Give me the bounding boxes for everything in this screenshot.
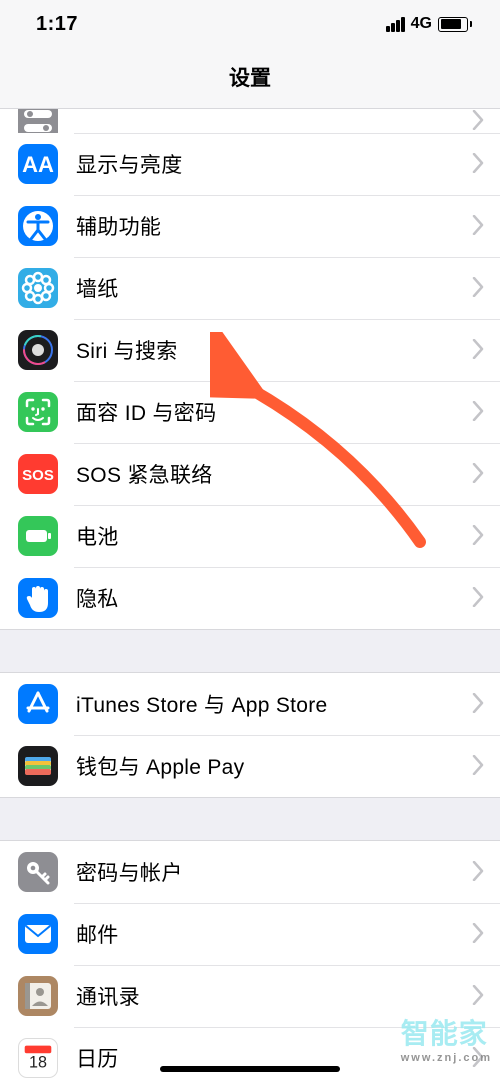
row-label: Siri 与搜索 xyxy=(76,335,472,365)
calendar-icon xyxy=(18,1038,58,1078)
row-label: 电池 xyxy=(76,521,472,551)
contacts-icon xyxy=(18,976,58,1016)
chevron-right-icon xyxy=(472,920,500,948)
settings-row-battery[interactable]: 电池 xyxy=(0,505,500,567)
status-time: 1:17 xyxy=(36,13,78,36)
network-label: 4G xyxy=(411,15,432,33)
row-label: 通讯录 xyxy=(76,981,472,1011)
settings-row-faceid[interactable]: 面容 ID 与密码 xyxy=(0,381,500,443)
chevron-right-icon xyxy=(472,858,500,886)
chevron-right-icon xyxy=(472,982,500,1010)
chevron-right-icon xyxy=(472,109,500,133)
settings-row-mail[interactable]: 邮件 xyxy=(0,903,500,965)
accessibility-icon xyxy=(18,206,58,246)
settings-row-passwords[interactable]: 密码与帐户 xyxy=(0,841,500,903)
chevron-right-icon xyxy=(472,150,500,178)
watermark: 智能家 www.znj.com xyxy=(401,1012,492,1064)
row-label: SOS 紧急联络 xyxy=(76,459,472,489)
row-label: 墙纸 xyxy=(76,273,472,303)
appstore-icon xyxy=(18,684,58,724)
sos-icon xyxy=(18,454,58,494)
row-label: 密码与帐户 xyxy=(76,857,472,887)
wallet-icon xyxy=(18,746,58,786)
key-icon xyxy=(18,852,58,892)
flower-icon xyxy=(18,268,58,308)
chevron-right-icon xyxy=(472,690,500,718)
group-separator xyxy=(0,797,500,841)
text-size-icon xyxy=(18,144,58,184)
settings-row-sos[interactable]: SOS 紧急联络 xyxy=(0,443,500,505)
status-bar: 1:17 4G xyxy=(0,0,500,48)
row-label: 辅助功能 xyxy=(76,211,472,241)
row-label: 邮件 xyxy=(76,919,472,949)
settings-row-wallpaper[interactable]: 墙纸 xyxy=(0,257,500,319)
row-label: 隐私 xyxy=(76,583,472,613)
battery-icon xyxy=(18,516,58,556)
home-indicator xyxy=(160,1066,340,1072)
row-label: iTunes Store 与 App Store xyxy=(76,689,472,719)
row-label: 显示与亮度 xyxy=(76,149,472,179)
chevron-right-icon xyxy=(472,522,500,550)
battery-icon xyxy=(438,17,472,32)
settings-row-accessibility[interactable]: 辅助功能 xyxy=(0,195,500,257)
toggles-icon xyxy=(18,109,58,133)
chevron-right-icon xyxy=(472,584,500,612)
chevron-right-icon xyxy=(472,336,500,364)
chevron-right-icon xyxy=(472,398,500,426)
row-label: 面容 ID 与密码 xyxy=(76,397,472,427)
chevron-right-icon xyxy=(472,274,500,302)
group-separator xyxy=(0,629,500,673)
settings-row-wallet[interactable]: 钱包与 Apple Pay xyxy=(0,735,500,797)
hand-icon xyxy=(18,578,58,618)
faceid-icon xyxy=(18,392,58,432)
mail-icon xyxy=(18,914,58,954)
chevron-right-icon xyxy=(472,460,500,488)
settings-row-siri[interactable]: Siri 与搜索 xyxy=(0,319,500,381)
row-label: 钱包与 Apple Pay xyxy=(76,751,472,781)
signal-icon xyxy=(386,17,405,32)
settings-row-control-center[interactable] xyxy=(0,109,500,133)
siri-icon xyxy=(18,330,58,370)
settings-row-privacy[interactable]: 隐私 xyxy=(0,567,500,629)
status-right: 4G xyxy=(386,15,472,33)
settings-row-itunes[interactable]: iTunes Store 与 App Store xyxy=(0,673,500,735)
page-title: 设置 xyxy=(0,48,500,109)
chevron-right-icon xyxy=(472,752,500,780)
settings-row-display[interactable]: 显示与亮度 xyxy=(0,133,500,195)
chevron-right-icon xyxy=(472,212,500,240)
